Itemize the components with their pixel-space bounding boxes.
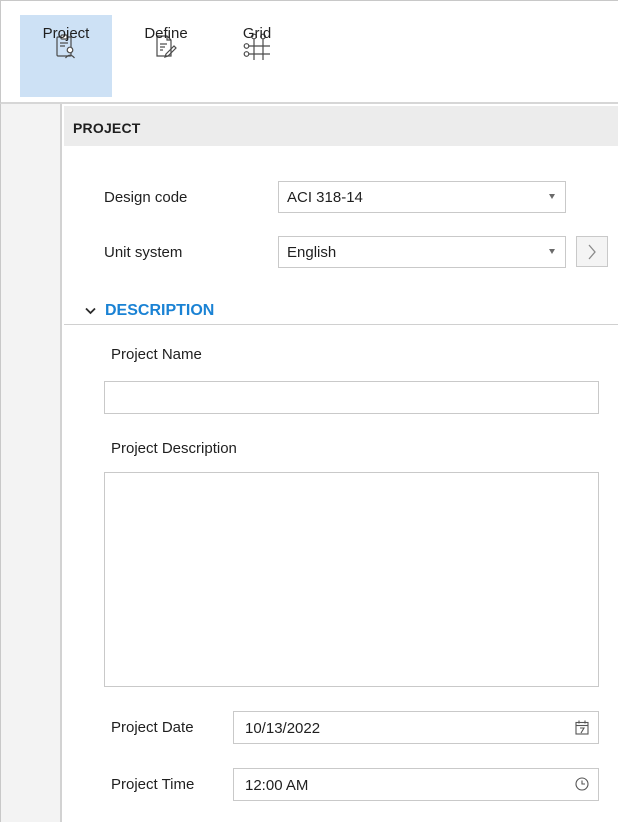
chevron-down-icon: [549, 194, 555, 199]
clock-icon[interactable]: [575, 777, 589, 795]
project-date-value: 10/13/2022: [245, 720, 321, 737]
unit-system-value: English: [287, 244, 337, 261]
app-window: Project Define Grid PROJECT Design code …: [0, 0, 618, 822]
design-code-label: Design code: [104, 189, 188, 206]
chevron-right-icon: [587, 243, 597, 261]
left-rail: [0, 104, 62, 822]
project-time-value: 12:00 AM: [245, 777, 309, 794]
calendar-icon[interactable]: [575, 720, 589, 739]
chevron-down-icon: [85, 307, 96, 315]
project-ribbon-button[interactable]: Project: [20, 15, 112, 97]
project-section-header: PROJECT: [64, 106, 618, 146]
project-ribbon-label: Project: [42, 25, 90, 42]
project-time-picker[interactable]: 12:00 AM: [233, 768, 599, 801]
define-ribbon-button[interactable]: Define: [121, 15, 211, 97]
chevron-down-icon: [549, 249, 555, 254]
project-time-label: Project Time: [111, 776, 195, 793]
project-description-textarea[interactable]: [104, 472, 599, 687]
grid-ribbon-button[interactable]: Grid: [217, 15, 297, 97]
project-date-label: Project Date: [111, 719, 194, 736]
design-code-value: ACI 318-14: [287, 189, 363, 206]
grid-ribbon-label: Grid: [242, 25, 272, 42]
unit-system-label: Unit system: [104, 244, 183, 261]
design-code-dropdown[interactable]: ACI 318-14: [278, 181, 566, 213]
project-date-picker[interactable]: 10/13/2022: [233, 711, 599, 744]
define-ribbon-label: Define: [144, 25, 188, 42]
unit-system-settings-button[interactable]: [576, 236, 608, 267]
description-section-title: DESCRIPTION: [105, 302, 215, 319]
unit-system-dropdown[interactable]: English: [278, 236, 566, 268]
project-name-input[interactable]: [104, 381, 599, 414]
ribbon-toolbar: Project Define Grid: [0, 0, 618, 104]
project-name-label: Project Name: [111, 346, 202, 363]
project-description-label: Project Description: [111, 440, 237, 457]
description-section-toggle[interactable]: DESCRIPTION: [85, 302, 214, 320]
section-divider: [64, 324, 618, 325]
